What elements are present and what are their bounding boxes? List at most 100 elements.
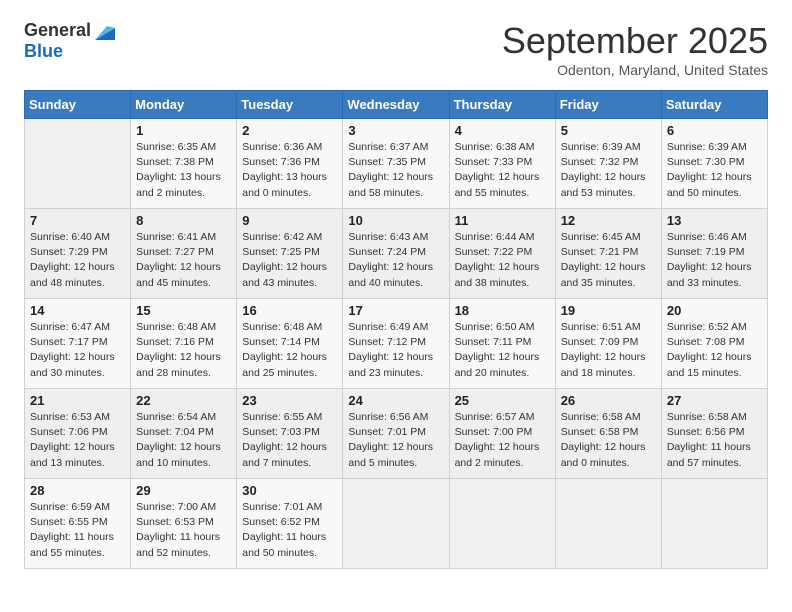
- header-saturday: Saturday: [661, 91, 767, 119]
- sunrise-text: Sunrise: 6:54 AM: [136, 411, 216, 423]
- cell-1-3: 10Sunrise: 6:43 AMSunset: 7:24 PMDayligh…: [343, 209, 449, 299]
- sunset-text: Sunset: 7:24 PM: [348, 246, 426, 258]
- daylight-text: Daylight: 12 hours and 53 minutes.: [561, 171, 646, 198]
- day-info: Sunrise: 6:56 AMSunset: 7:01 PMDaylight:…: [348, 410, 443, 471]
- logo-blue: Blue: [24, 41, 63, 61]
- daylight-text: Daylight: 12 hours and 45 minutes.: [136, 261, 221, 288]
- daylight-text: Daylight: 12 hours and 18 minutes.: [561, 351, 646, 378]
- sunset-text: Sunset: 6:52 PM: [242, 516, 320, 528]
- day-number: 21: [30, 393, 125, 408]
- day-info: Sunrise: 6:47 AM Sunset: 7:17 PM Daylight:…: [30, 320, 125, 381]
- sunrise-text: Sunrise: 6:35 AM: [136, 141, 216, 153]
- cell-0-4: 4 Sunrise: 6:38 AM Sunset: 7:33 PM Daylight…: [449, 119, 555, 209]
- sunset-text: Sunset: 7:27 PM: [136, 246, 214, 258]
- day-info: Sunrise: 6:51 AMSunset: 7:09 PMDaylight:…: [561, 320, 656, 381]
- cell-4-2: 30Sunrise: 7:01 AMSunset: 6:52 PMDayligh…: [237, 479, 343, 569]
- sunrise-text: Sunrise: 6:48 AM: [242, 321, 322, 333]
- sunrise-text: Sunrise: 6:46 AM: [667, 231, 747, 243]
- day-number: 7: [30, 213, 125, 228]
- sunset-text: Sunset: 7:09 PM: [561, 336, 639, 348]
- header-thursday: Thursday: [449, 91, 555, 119]
- sunset-text: Sunset: 7:36 PM: [242, 156, 320, 168]
- sunset-text: Sunset: 7:19 PM: [667, 246, 745, 258]
- logo-general: General: [24, 20, 91, 41]
- daylight-text: Daylight: 12 hours and 28 minutes.: [136, 351, 221, 378]
- cell-4-0: 28 Sunrise: 6:59 AM Sunset: 6:55 PM Dayligh…: [25, 479, 131, 569]
- sunrise-text: Sunrise: 6:38 AM: [455, 141, 535, 153]
- daylight-text: Daylight: 11 hours and 50 minutes.: [242, 531, 326, 558]
- day-number: 4: [455, 123, 550, 138]
- daylight-text: Daylight: 12 hours and 48 minutes.: [30, 261, 115, 288]
- daylight-text: Daylight: 12 hours and 35 minutes.: [561, 261, 646, 288]
- cell-2-5: 19 Sunrise: 6:51 AMSunset: 7:09 PMDayligh…: [555, 299, 661, 389]
- day-info: Sunrise: 6:44 AMSunset: 7:22 PMDaylight:…: [455, 230, 550, 291]
- sunrise-text: Sunrise: 6:40 AM: [30, 231, 110, 243]
- cell-2-3: 17Sunrise: 6:49 AMSunset: 7:12 PMDayligh…: [343, 299, 449, 389]
- cell-0-3: 3Sunrise: 6:37 AMSunset: 7:35 PMDaylight…: [343, 119, 449, 209]
- cell-0-2: 2Sunrise: 6:36 AMSunset: 7:36 PMDaylight…: [237, 119, 343, 209]
- daylight-text: Daylight: 11 hours and 57 minutes.: [667, 441, 751, 468]
- sunrise-text: Sunrise: 6:59 AM: [30, 501, 110, 513]
- day-number: 22: [136, 393, 231, 408]
- day-info: Sunrise: 7:00 AMSunset: 6:53 PMDaylight:…: [136, 500, 231, 561]
- sunset-text: Sunset: 7:14 PM: [242, 336, 320, 348]
- sunset-text: Sunset: 7:29 PM: [30, 246, 108, 258]
- cell-0-1: 1Sunrise: 6:35 AMSunset: 7:38 PMDaylight…: [131, 119, 237, 209]
- header-tuesday: Tuesday: [237, 91, 343, 119]
- daylight-text: Daylight: 12 hours and 13 minutes.: [30, 441, 115, 468]
- cell-0-6: 6Sunrise: 6:39 AMSunset: 7:30 PMDaylight…: [661, 119, 767, 209]
- sunset-text: Sunset: 6:55 PM: [30, 516, 108, 528]
- daylight-text: Daylight: 12 hours and 55 minutes.: [455, 171, 540, 198]
- weekday-header-row: Sunday Monday Tuesday Wednesday Thursday…: [25, 91, 768, 119]
- daylight-text: Daylight: 12 hours and 38 minutes.: [455, 261, 540, 288]
- cell-1-5: 12 Sunrise: 6:45 AMSunset: 7:21 PMDayligh…: [555, 209, 661, 299]
- day-number: 27: [667, 393, 762, 408]
- day-number: 10: [348, 213, 443, 228]
- cell-3-5: 26Sunrise: 6:58 AMSunset: 6:58 PMDayligh…: [555, 389, 661, 479]
- sunrise-text: Sunrise: 6:39 AM: [667, 141, 747, 153]
- day-number: 2: [242, 123, 337, 138]
- day-info: Sunrise: 6:48 AMSunset: 7:14 PMDaylight:…: [242, 320, 337, 381]
- day-number: 3: [348, 123, 443, 138]
- logo-icon: [93, 22, 115, 40]
- header-sunday: Sunday: [25, 91, 131, 119]
- title-block: September 2025 Odenton, Maryland, United…: [502, 20, 768, 78]
- day-number: 14: [30, 303, 125, 318]
- day-info: Sunrise: 6:58 AMSunset: 6:58 PMDaylight:…: [561, 410, 656, 471]
- day-number: 19: [561, 303, 656, 318]
- week-row-1: 7 Sunrise: 6:40 AM Sunset: 7:29 PM Daylight…: [25, 209, 768, 299]
- day-number: 15: [136, 303, 231, 318]
- sunset-text: Sunset: 7:17 PM: [30, 336, 108, 348]
- cell-0-0: [25, 119, 131, 209]
- sunset-text: Sunset: 7:33 PM: [455, 156, 533, 168]
- day-number: 28: [30, 483, 125, 498]
- sunset-text: Sunset: 6:58 PM: [561, 426, 639, 438]
- daylight-text: Daylight: 12 hours and 30 minutes.: [30, 351, 115, 378]
- day-info: Sunrise: 6:57 AMSunset: 7:00 PMDaylight:…: [455, 410, 550, 471]
- day-number: 29: [136, 483, 231, 498]
- day-info: Sunrise: 6:52 AMSunset: 7:08 PMDaylight:…: [667, 320, 762, 381]
- daylight-text: Daylight: 12 hours and 20 minutes.: [455, 351, 540, 378]
- day-number: 17: [348, 303, 443, 318]
- sunrise-text: Sunrise: 6:47 AM: [30, 321, 110, 333]
- daylight-text: Daylight: 11 hours and 55 minutes.: [30, 531, 114, 558]
- day-number: 23: [242, 393, 337, 408]
- cell-2-2: 16Sunrise: 6:48 AMSunset: 7:14 PMDayligh…: [237, 299, 343, 389]
- day-number: 24: [348, 393, 443, 408]
- week-row-4: 28 Sunrise: 6:59 AM Sunset: 6:55 PM Dayligh…: [25, 479, 768, 569]
- day-info: Sunrise: 6:58 AMSunset: 6:56 PMDaylight:…: [667, 410, 762, 471]
- day-info: Sunrise: 6:40 AM Sunset: 7:29 PM Daylight:…: [30, 230, 125, 291]
- sunrise-text: Sunrise: 6:52 AM: [667, 321, 747, 333]
- header: General Blue September 2025 Odenton, Mar…: [24, 20, 768, 78]
- sunrise-text: Sunrise: 6:42 AM: [242, 231, 322, 243]
- cell-1-1: 8Sunrise: 6:41 AMSunset: 7:27 PMDaylight…: [131, 209, 237, 299]
- daylight-text: Daylight: 12 hours and 10 minutes.: [136, 441, 221, 468]
- daylight-text: Daylight: 12 hours and 58 minutes.: [348, 171, 433, 198]
- sunset-text: Sunset: 7:32 PM: [561, 156, 639, 168]
- day-number: 12: [561, 213, 656, 228]
- day-info: Sunrise: 6:45 AMSunset: 7:21 PMDaylight:…: [561, 230, 656, 291]
- daylight-text: Daylight: 12 hours and 33 minutes.: [667, 261, 752, 288]
- day-number: 8: [136, 213, 231, 228]
- cell-4-3: [343, 479, 449, 569]
- sunrise-text: Sunrise: 6:43 AM: [348, 231, 428, 243]
